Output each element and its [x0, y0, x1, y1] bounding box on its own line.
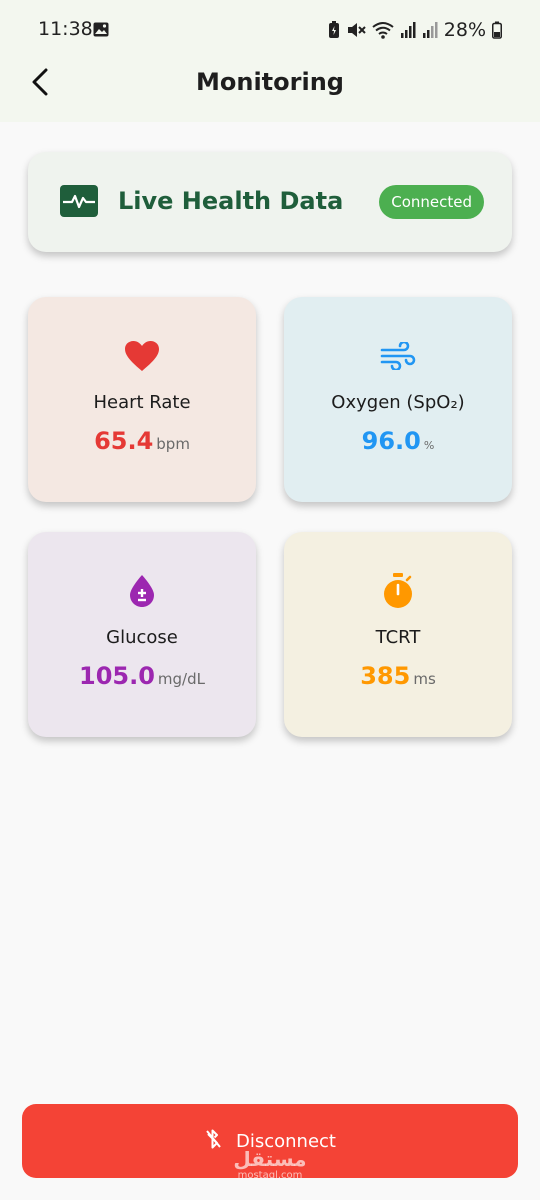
- metric-value-row: 385 ms: [284, 662, 512, 690]
- metric-card-heart-rate[interactable]: Heart Rate 65.4 bpm: [28, 297, 256, 502]
- metric-value-row: 96.0 %: [284, 427, 512, 455]
- wifi-icon: [372, 21, 394, 39]
- metric-label: Glucose: [106, 627, 178, 648]
- status-bar: 11:38 28%: [0, 0, 540, 60]
- app-bar: Monitoring: [0, 60, 540, 122]
- battery-icon: [492, 21, 502, 39]
- status-time: 11:38: [38, 18, 93, 40]
- metric-card-oxygen[interactable]: Oxygen (SpO₂) 96.0 %: [284, 297, 512, 502]
- metric-value: 105.0: [79, 662, 155, 690]
- heart-icon: [28, 339, 256, 373]
- live-health-title: Live Health Data: [118, 187, 344, 215]
- metric-card-tcrt[interactable]: TCRT 385 ms: [284, 532, 512, 737]
- metric-label: Oxygen (SpO₂): [331, 392, 465, 413]
- bluetooth-disabled-icon: [204, 1128, 222, 1154]
- metric-value: 96.0: [361, 427, 421, 455]
- stopwatch-icon: [284, 573, 512, 608]
- blood-drop-icon: [28, 574, 256, 608]
- metric-card-glucose[interactable]: Glucose 105.0 mg/dL: [28, 532, 256, 737]
- status-badge: Connected: [379, 185, 484, 219]
- mute-icon: [346, 21, 366, 39]
- metric-unit: %: [423, 439, 435, 452]
- metric-unit: ms: [413, 670, 436, 688]
- battery-saver-icon: [328, 21, 340, 39]
- metric-label: TCRT: [375, 627, 421, 648]
- signal-icon: [422, 21, 438, 39]
- image-icon: [93, 22, 109, 37]
- status-icons: 28%: [328, 18, 502, 42]
- battery-percent: 28%: [443, 19, 486, 41]
- metric-value-row: 105.0 mg/dL: [28, 662, 256, 690]
- metric-value-row: 65.4 bpm: [28, 427, 256, 455]
- metric-unit: mg/dL: [157, 670, 205, 688]
- metric-unit: bpm: [156, 435, 190, 453]
- metric-value: 385: [360, 662, 411, 690]
- metric-value: 65.4: [94, 427, 154, 455]
- metric-label: Heart Rate: [93, 392, 191, 413]
- page-title: Monitoring: [196, 68, 344, 96]
- watermark-arabic: مستقل: [233, 1147, 307, 1171]
- watermark: مستقل mostaql.com: [230, 1148, 310, 1182]
- air-icon: [284, 339, 512, 373]
- watermark-latin: mostaql.com: [237, 1170, 303, 1181]
- signal-icon: [400, 21, 416, 39]
- heart-monitor-icon: [60, 185, 98, 217]
- live-health-card: Live Health Data Connected: [28, 152, 512, 252]
